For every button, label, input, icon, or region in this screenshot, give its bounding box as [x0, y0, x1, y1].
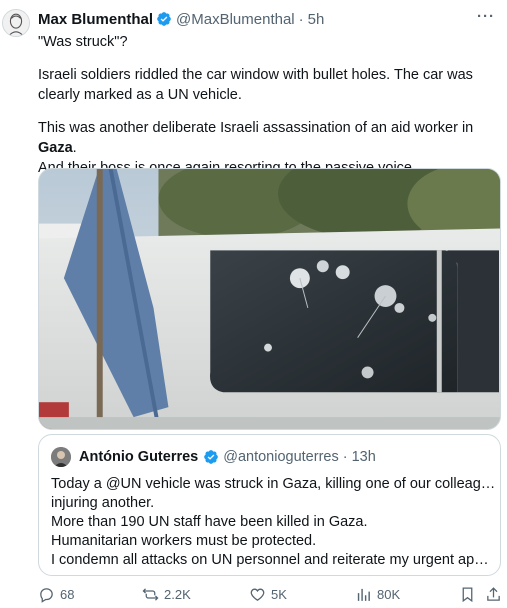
- views-icon: [357, 588, 370, 601]
- like-count: 5K: [271, 587, 287, 602]
- repost-button[interactable]: 2.2K: [142, 586, 191, 603]
- views-button[interactable]: 80K: [355, 586, 400, 603]
- repost-icon: [142, 588, 159, 601]
- quoted-author-avatar: [51, 447, 71, 467]
- quoted-post-time: 13h: [351, 449, 376, 465]
- share-button[interactable]: [485, 586, 502, 603]
- quoted-tweet-header: António Guterres @antonioguterres · 13h: [51, 446, 376, 468]
- quoted-line: injuring another.: [51, 495, 155, 511]
- tweet-line-1: "Was struck"?: [38, 34, 128, 50]
- author-handle[interactable]: @MaxBlumenthal: [176, 11, 295, 28]
- tweet-header: Max Blumenthal @MaxBlumenthal · 5h: [38, 9, 324, 29]
- like-icon: [250, 588, 265, 601]
- tweet-paragraph-2: Israeli soldiers riddled the car window …: [38, 67, 473, 103]
- quoted-author-handle: @antonioguterres: [223, 449, 339, 465]
- quoted-line: I condemn all attacks on UN personnel an…: [51, 552, 496, 568]
- action-bar: 68 2.2K 5K 80K: [38, 584, 503, 606]
- quoted-line: More than 190 UN staff have been killed …: [51, 514, 368, 530]
- post-time[interactable]: 5h: [308, 11, 325, 28]
- tweet[interactable]: Max Blumenthal @MaxBlumenthal · 5h ··· "…: [0, 0, 507, 608]
- bookmark-icon: [462, 587, 473, 603]
- bookmark-button[interactable]: [459, 586, 476, 603]
- reply-button[interactable]: 68: [38, 586, 74, 603]
- share-icon: [487, 587, 500, 601]
- repost-count: 2.2K: [164, 587, 191, 602]
- author-name[interactable]: Max Blumenthal: [38, 11, 153, 28]
- tweet-text: "Was struck"? Israeli soldiers riddled t…: [38, 32, 500, 178]
- verified-badge-icon: [204, 450, 219, 464]
- quoted-line: Humanitarian workers must be protected.: [51, 533, 317, 549]
- verified-badge-icon: [157, 12, 171, 26]
- views-count: 80K: [377, 587, 401, 602]
- tweet-paragraph-3: This was another deliberate Israeli assa…: [38, 120, 474, 156]
- quoted-tweet-text: Today a @UN vehicle was struck in Gaza, …: [51, 475, 496, 570]
- tweet-photo[interactable]: [38, 168, 501, 430]
- author-avatar[interactable]: [2, 9, 30, 37]
- hashtag-gaza[interactable]: Gaza: [38, 140, 73, 156]
- like-button[interactable]: 5K: [249, 586, 287, 603]
- quoted-line: Today a @UN vehicle was struck in Gaza, …: [51, 476, 496, 492]
- reply-icon: [40, 588, 53, 603]
- reply-count: 68: [60, 587, 75, 602]
- quoted-tweet[interactable]: António Guterres @antonioguterres · 13h …: [38, 434, 501, 576]
- separator-dot: ·: [342, 449, 348, 465]
- quoted-author-name: António Guterres: [79, 449, 199, 465]
- more-options-button[interactable]: ···: [477, 8, 495, 25]
- separator-dot: ·: [298, 10, 304, 28]
